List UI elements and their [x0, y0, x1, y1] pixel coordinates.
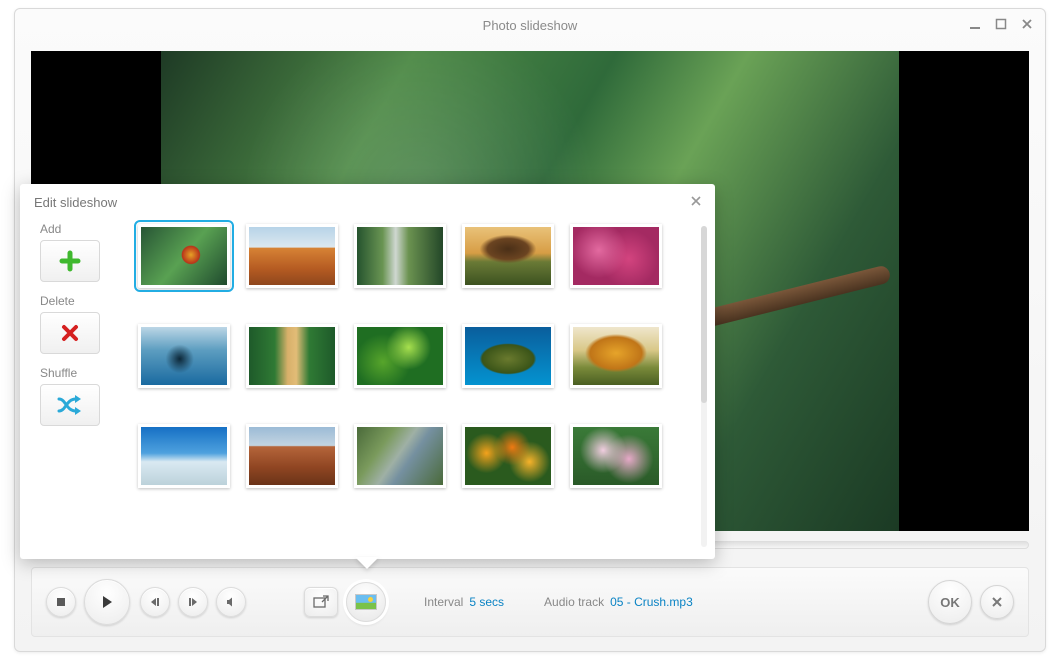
cancel-button[interactable]	[980, 585, 1014, 619]
scrollbar-handle[interactable]	[701, 226, 707, 403]
thumbnail[interactable]	[462, 224, 554, 288]
thumbnail[interactable]	[462, 324, 554, 388]
volume-button[interactable]	[216, 587, 246, 617]
thumbnail-image	[357, 227, 443, 285]
thumbnail[interactable]	[138, 324, 230, 388]
audio-value: 05 - Crush.mp3	[610, 595, 693, 609]
audio-info[interactable]: Audio track 05 - Crush.mp3	[544, 595, 693, 609]
delete-label: Delete	[40, 294, 118, 308]
thumbnail[interactable]	[570, 324, 662, 388]
ok-label: OK	[940, 595, 960, 610]
thumbnail[interactable]	[246, 324, 338, 388]
edit-slideshow-button[interactable]	[346, 582, 386, 622]
thumbnail-image	[573, 227, 659, 285]
thumbnail[interactable]	[246, 424, 338, 488]
thumbnail[interactable]	[354, 424, 446, 488]
window-close-button[interactable]	[1017, 15, 1037, 33]
minimize-button[interactable]	[965, 15, 985, 33]
audio-label: Audio track	[544, 595, 604, 609]
delete-action: Delete	[40, 294, 118, 354]
thumbnail-image	[465, 227, 551, 285]
thumbnail-image	[249, 427, 335, 485]
window-title: Photo slideshow	[483, 18, 578, 33]
stop-button[interactable]	[46, 587, 76, 617]
dialog-header: Edit slideshow	[20, 184, 715, 220]
thumbnail-image	[465, 427, 551, 485]
thumbnail-image	[141, 427, 227, 485]
dialog-title: Edit slideshow	[34, 195, 117, 210]
thumbnail-image	[573, 327, 659, 385]
thumbnail-grid-wrap	[130, 220, 715, 559]
delete-button[interactable]	[40, 312, 100, 354]
thumbnail-image	[357, 327, 443, 385]
dialog-close-button[interactable]	[687, 192, 705, 210]
titlebar: Photo slideshow	[15, 9, 1045, 41]
dialog-actions: Add Delete Shuffle	[20, 220, 130, 559]
play-button[interactable]	[84, 579, 130, 625]
ok-button[interactable]: OK	[928, 580, 972, 624]
thumbnail[interactable]	[570, 424, 662, 488]
shuffle-action: Shuffle	[40, 366, 118, 426]
thumbnail[interactable]	[570, 224, 662, 288]
interval-info[interactable]: Interval 5 secs	[424, 595, 504, 609]
thumbnail[interactable]	[246, 224, 338, 288]
thumbnail[interactable]	[138, 224, 230, 288]
dialog-pointer	[355, 557, 379, 569]
shuffle-icon	[56, 394, 84, 416]
interval-label: Interval	[424, 595, 463, 609]
maximize-button[interactable]	[991, 15, 1011, 33]
thumbnail-image	[141, 227, 227, 285]
thumbnail[interactable]	[138, 424, 230, 488]
thumbnail-image	[357, 427, 443, 485]
thumbnail-image	[249, 327, 335, 385]
thumbnail[interactable]	[462, 424, 554, 488]
export-button[interactable]	[304, 587, 338, 617]
thumbnail-image	[465, 327, 551, 385]
bottom-toolbar: Interval 5 secs Audio track 05 - Crush.m…	[31, 567, 1029, 637]
thumbnail-image	[249, 227, 335, 285]
shuffle-label: Shuffle	[40, 366, 118, 380]
edit-slideshow-dialog: Edit slideshow Add Delete Shuffle	[20, 184, 715, 559]
thumbnail[interactable]	[354, 224, 446, 288]
prev-button[interactable]	[140, 587, 170, 617]
thumbnail-grid	[130, 220, 693, 502]
grid-scrollbar[interactable]	[701, 226, 707, 547]
interval-value: 5 secs	[469, 595, 504, 609]
plus-icon	[59, 250, 81, 272]
shuffle-button[interactable]	[40, 384, 100, 426]
next-button[interactable]	[178, 587, 208, 617]
thumbnail-image	[573, 427, 659, 485]
thumbnail[interactable]	[354, 324, 446, 388]
add-label: Add	[40, 222, 118, 236]
add-button[interactable]	[40, 240, 100, 282]
thumbnail-image	[141, 327, 227, 385]
slideshow-icon	[355, 594, 377, 610]
x-icon	[60, 323, 80, 343]
add-action: Add	[40, 222, 118, 282]
window-controls	[965, 15, 1037, 33]
